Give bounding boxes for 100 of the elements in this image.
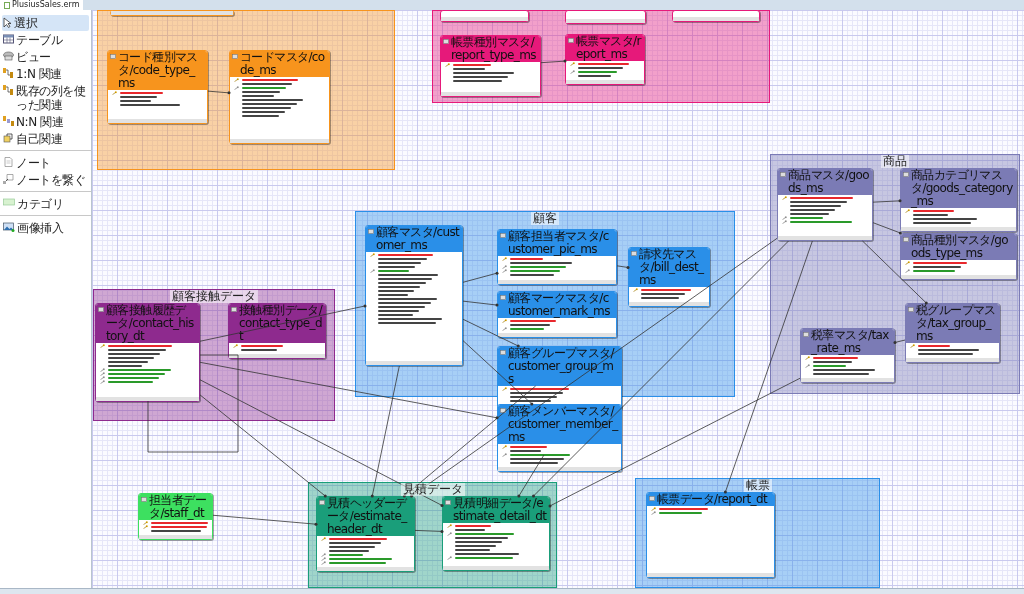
key-icon: [234, 86, 239, 91]
table-title: 税率マスタ/tax_rate_ms: [811, 329, 890, 355]
table-icon: [903, 237, 909, 242]
table-box[interactable]: 帳票データ/report_dt: [646, 492, 775, 578]
palette-item[interactable]: ノート: [2, 155, 89, 171]
table-box[interactable]: [672, 10, 760, 22]
key-icon: [100, 344, 105, 349]
table-title: 帳票データ/report_dt: [657, 493, 768, 506]
table-title: 接触種別データ/contact_type_dt: [239, 304, 323, 343]
table-box[interactable]: コードマスタ/code_ms: [229, 50, 330, 144]
table-box[interactable]: 顧客マスタ/customer_ms: [365, 225, 463, 366]
key-icon: [502, 445, 507, 450]
palette-item[interactable]: カテゴリ: [2, 196, 89, 212]
relation-line[interactable]: [872, 199, 902, 203]
note-connect-icon: [3, 174, 14, 184]
table-box[interactable]: 税グループマスタ/tax_group_ms: [905, 303, 1000, 363]
table-box[interactable]: 帳票種別マスタ/report_type_ms: [440, 35, 541, 97]
table-box[interactable]: 担当者データ/staff_dt: [138, 493, 213, 540]
key-icon: [905, 261, 910, 266]
table-box[interactable]: 税率マスタ/tax_rate_ms: [800, 328, 895, 383]
relation-line[interactable]: [616, 265, 630, 269]
relation-icon: [3, 68, 14, 78]
palette-item[interactable]: N:N 関連: [2, 114, 89, 130]
table-title: 担当者データ/staff_dt: [149, 494, 207, 520]
palette-item[interactable]: 1:N 関連: [2, 66, 89, 82]
palette-item[interactable]: ビュー: [2, 49, 89, 65]
table-title: コードマスタ/code_ms: [240, 51, 326, 77]
image-icon: [3, 222, 15, 232]
table-title: 顧客担当者マスタ/customer_pic_ms: [508, 230, 610, 256]
table-title: コード種別マスタ/code_type_ms: [118, 51, 199, 90]
table-box[interactable]: 商品マスタ/goods_ms: [777, 168, 873, 241]
relation-line[interactable]: [893, 339, 906, 344]
relation-line[interactable]: [517, 454, 545, 498]
palette-item[interactable]: ノートを繋ぐ: [2, 172, 89, 188]
key-icon: [502, 387, 507, 392]
table-box[interactable]: 顧客メンバーマスタ/customer_member_ms: [497, 404, 622, 472]
palette-item[interactable]: 画像挿入: [2, 220, 89, 236]
table-title: 税グループマスタ/tax_group_ms: [916, 304, 997, 343]
key-icon: [805, 356, 810, 361]
relation-line[interactable]: [414, 529, 444, 533]
table-icon: [141, 497, 147, 502]
table-box[interactable]: 商品カテゴリマスタ/goods_category_ms: [900, 168, 1017, 232]
table-icon: [231, 307, 237, 312]
table-icon: [649, 496, 655, 501]
relation-line[interactable]: [147, 354, 239, 453]
table-icon: [780, 172, 786, 177]
many-relation-icon: [3, 116, 14, 126]
table-title: 顧客マークマスタ/customer_mark_ms: [508, 292, 611, 318]
table-box[interactable]: 請求先マスタ/bill_dest_ms: [628, 247, 710, 307]
palette-item[interactable]: 既存の列を使った関連: [2, 83, 89, 113]
key-icon: [905, 209, 910, 214]
self-relation-icon: [3, 133, 14, 143]
category-label: 帳票: [743, 479, 772, 492]
key-icon: [445, 63, 450, 68]
table-box[interactable]: 帳票マスタ/report_ms: [565, 34, 645, 85]
table-title: 請求先マスタ/bill_dest_ms: [639, 248, 705, 287]
table-icon: [500, 233, 506, 238]
palette-item[interactable]: テーブル: [2, 32, 89, 48]
palette-item[interactable]: 選択: [2, 15, 89, 31]
table-title: 帳票マスタ/report_ms: [576, 35, 642, 61]
table-icon: [500, 350, 506, 355]
key-icon: [447, 524, 452, 529]
key-icon: [233, 344, 238, 349]
table-box[interactable]: 見積ヘッダーデータ/estimate_header_dt: [316, 496, 415, 572]
relation-line[interactable]: [462, 318, 520, 348]
table-title: 見積明細データ/estimate_detail_dt: [453, 497, 547, 523]
note-icon: [3, 157, 14, 167]
table-box[interactable]: 商品種別マスタ/goods_type_ms: [900, 233, 1017, 280]
table-box[interactable]: 顧客マークマスタ/customer_mark_ms: [497, 291, 617, 338]
category-label: 顧客: [531, 212, 559, 225]
key-icon: [502, 327, 507, 332]
relation-line[interactable]: [199, 304, 367, 342]
table-title: 顧客接触履歴データ/contact_history_dt: [106, 304, 195, 343]
table-icon: [232, 54, 238, 59]
relation-line[interactable]: [207, 90, 231, 95]
category-label: 顧客接触データ: [170, 290, 258, 303]
table-box[interactable]: [565, 10, 646, 24]
table-icon: [110, 54, 116, 59]
category-label: 商品: [881, 155, 909, 168]
table-box[interactable]: [440, 10, 529, 22]
table-title: 商品カテゴリマスタ/goods_category_ms: [911, 169, 1014, 208]
key-icon: [570, 62, 575, 67]
table-box[interactable]: 顧客担当者マスタ/customer_pic_ms: [497, 229, 617, 285]
table-box[interactable]: コード種別マスタ/code_type_ms: [107, 50, 208, 124]
table-title: 商品マスタ/goods_ms: [788, 169, 870, 195]
key-icon: [502, 257, 507, 262]
table-title: 顧客グループマスタ/customer_group_ms: [508, 347, 616, 386]
category-label: 見積データ: [400, 483, 465, 496]
key-icon: [112, 91, 117, 96]
table-icon: [445, 500, 451, 505]
key-icon: [805, 364, 810, 369]
table-icon: [319, 500, 325, 505]
key-icon: [502, 453, 507, 458]
key-icon: [234, 78, 239, 83]
table-icon: [631, 251, 637, 256]
table-icon: [903, 172, 909, 177]
table-icon: [500, 408, 506, 413]
relation-line[interactable]: [540, 59, 567, 64]
palette-item[interactable]: 自己関連: [2, 131, 89, 147]
table-box[interactable]: 見積明細データ/estimate_detail_dt: [442, 496, 550, 571]
